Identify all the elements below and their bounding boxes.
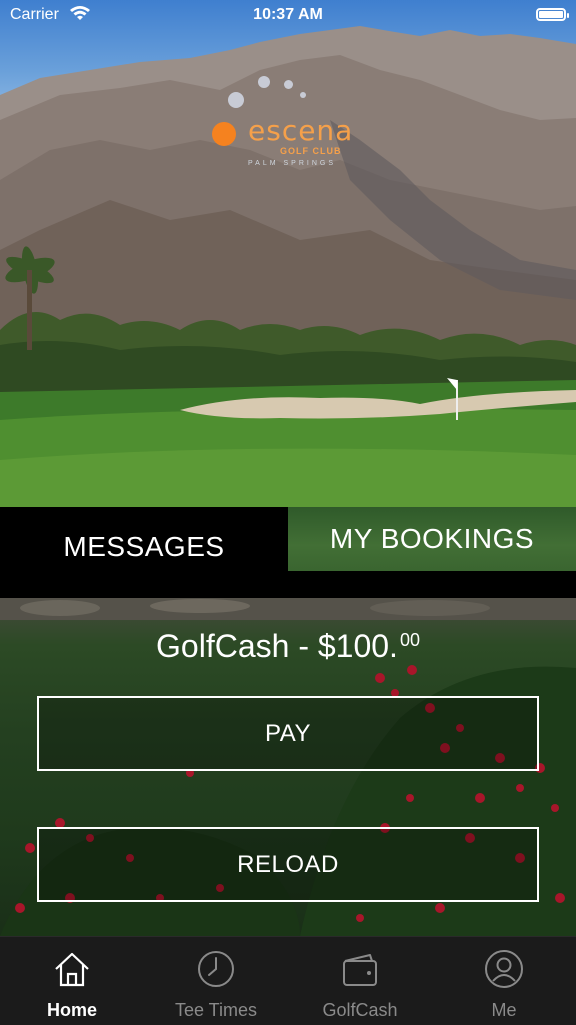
home-tabs: MESSAGES MY BOOKINGS (0, 507, 576, 598)
clock-icon (198, 951, 234, 987)
tab-messages[interactable]: MESSAGES (0, 507, 288, 579)
clock-time: 10:37 AM (253, 6, 323, 23)
wallet-icon (343, 954, 377, 986)
nav-home[interactable]: Home (0, 937, 144, 1025)
pay-button[interactable]: PAY (37, 696, 539, 771)
logo-dot (228, 92, 244, 108)
hero-image: Carrier 10:37 AM escena GOLF CLUB PALM S… (0, 0, 576, 507)
bottom-tab-bar: Home Tee Times GolfCash Me (0, 936, 576, 1025)
logo-dot (300, 92, 306, 98)
nav-tee-times[interactable]: Tee Times (144, 937, 288, 1025)
golfcash-panel: GolfCash - $100. 00 PAY RELOAD (0, 598, 576, 936)
logo-orange-circle (212, 122, 236, 146)
nav-golfcash[interactable]: GolfCash (288, 937, 432, 1025)
golfcash-balance-cents: 00 (399, 630, 420, 650)
battery-icon (536, 8, 569, 21)
reload-button[interactable]: RELOAD (37, 827, 539, 902)
logo-sub-text: GOLF CLUB (280, 146, 342, 156)
nav-me[interactable]: Me (432, 937, 576, 1025)
logo-tagline: PALM SPRINGS (248, 160, 336, 167)
tab-my-bookings[interactable]: MY BOOKINGS (288, 507, 576, 571)
nav-me-label: Me (491, 1000, 517, 1020)
logo-dot (258, 76, 270, 88)
nav-golfcash-label: GolfCash (322, 1000, 398, 1020)
golfcash-balance-main: GolfCash - $100. (156, 628, 398, 664)
user-icon (485, 950, 523, 988)
golfcash-balance: GolfCash - $100. 00 (0, 628, 576, 665)
status-bar: Carrier 10:37 AM (0, 0, 576, 30)
golf-course-scene (0, 26, 576, 507)
club-logo: escena GOLF CLUB PALM SPRINGS (212, 76, 362, 168)
logo-dot (284, 80, 293, 89)
nav-home-label: Home (46, 1000, 97, 1020)
nav-tee-times-label: Tee Times (174, 1000, 258, 1020)
home-icon (55, 952, 89, 987)
logo-brand-text: escena (248, 114, 354, 147)
